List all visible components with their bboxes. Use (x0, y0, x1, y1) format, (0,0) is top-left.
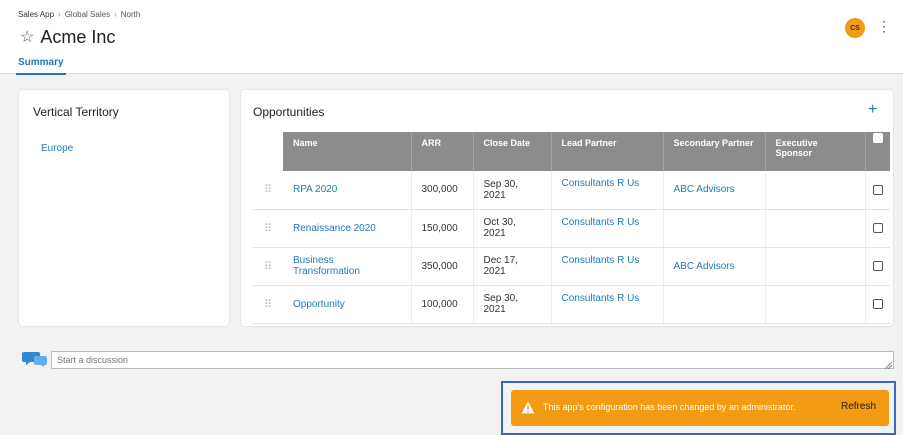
executive-sponsor-cell (765, 285, 866, 324)
close-date-cell: Sep 30, 2021 (473, 285, 552, 324)
opportunities-table: Name ARR Close Date Lead Partner Seconda… (253, 132, 890, 324)
row-checkbox-cell (865, 247, 890, 286)
row-checkbox-cell (865, 171, 890, 210)
column-header-lead-partner[interactable]: Lead Partner (551, 132, 664, 171)
column-header-close-date[interactable]: Close Date (473, 132, 552, 171)
plus-icon[interactable]: + (868, 102, 877, 118)
row-checkbox[interactable] (872, 260, 883, 271)
vertical-territory-card: Vertical Territory Europe (19, 90, 229, 326)
row-checkbox-cell (865, 209, 890, 248)
close-date-cell: Dec 17, 2021 (473, 247, 552, 286)
arr-cell: 150,000 (411, 209, 474, 248)
opportunity-name-link[interactable]: RPA 2020 (283, 171, 412, 210)
executive-sponsor-cell (765, 171, 866, 210)
discussion-input[interactable] (51, 351, 894, 369)
row-checkbox[interactable] (872, 184, 883, 195)
lead-partner-link[interactable]: Consultants R Us (551, 285, 664, 324)
chat-bubbles-icon (22, 352, 47, 367)
drag-handle-header (253, 132, 283, 171)
arr-cell: 100,000 (411, 285, 474, 324)
lead-partner-link[interactable]: Consultants R Us (551, 209, 664, 248)
close-date-cell: Oct 30, 2021 (473, 209, 552, 248)
opportunity-name-link[interactable]: Business Transformation (283, 247, 412, 286)
opportunities-card: Opportunities + Name ARR Close Date Lead… (241, 90, 893, 326)
page-title: Acme Inc (40, 27, 116, 47)
avatar[interactable]: CS (845, 18, 865, 38)
executive-sponsor-cell (765, 247, 866, 286)
secondary-partner-link[interactable] (663, 285, 766, 324)
arr-cell: 350,000 (411, 247, 474, 286)
kebab-menu-icon[interactable]: ⋮ (877, 19, 891, 33)
refresh-button[interactable]: Refresh (841, 401, 876, 412)
secondary-partner-link[interactable] (663, 209, 766, 248)
lead-partner-link[interactable]: Consultants R Us (551, 247, 664, 286)
resize-handle-icon[interactable] (884, 361, 892, 369)
breadcrumb-item-north[interactable]: North (121, 10, 141, 19)
toast-message: This app's configuration has been change… (543, 402, 796, 412)
drag-handle-icon[interactable]: ⠿ (253, 171, 283, 210)
table-row: ⠿ Opportunity 100,000 Sep 30, 2021 Consu… (253, 285, 890, 324)
select-all-checkbox[interactable] (872, 132, 883, 143)
arr-cell: 300,000 (411, 171, 474, 210)
territory-link-europe[interactable]: Europe (41, 143, 73, 154)
secondary-partner-link[interactable]: ABC Advisors (663, 247, 766, 286)
config-changed-toast: This app's configuration has been change… (511, 390, 889, 426)
column-header-name[interactable]: Name (283, 132, 412, 171)
drag-handle-icon[interactable]: ⠿ (253, 209, 283, 248)
column-header-executive-sponsor[interactable]: Executive Sponsor (765, 132, 866, 171)
breadcrumb-item-global-sales[interactable]: Global Sales (65, 10, 110, 19)
opportunity-name-link[interactable]: Opportunity (283, 285, 412, 324)
breadcrumb-separator: › (114, 10, 117, 19)
opportunity-name-link[interactable]: Renaissance 2020 (283, 209, 412, 248)
table-row: ⠿ Business Transformation 350,000 Dec 17… (253, 247, 890, 286)
close-date-cell: Sep 30, 2021 (473, 171, 552, 210)
row-checkbox[interactable] (872, 298, 883, 309)
breadcrumb: Sales App › Global Sales › North (18, 10, 140, 19)
table-header-row: Name ARR Close Date Lead Partner Seconda… (253, 132, 890, 171)
warning-icon (521, 401, 535, 414)
row-checkbox-cell (865, 285, 890, 324)
secondary-partner-link[interactable]: ABC Advisors (663, 171, 766, 210)
breadcrumb-separator: › (58, 10, 61, 19)
drag-handle-icon[interactable]: ⠿ (253, 285, 283, 324)
breadcrumb-item-sales-app[interactable]: Sales App (18, 10, 54, 19)
drag-handle-icon[interactable]: ⠿ (253, 247, 283, 286)
select-all-checkbox-cell (865, 132, 890, 171)
column-header-secondary-partner[interactable]: Secondary Partner (663, 132, 766, 171)
table-row: ⠿ RPA 2020 300,000 Sep 30, 2021 Consulta… (253, 171, 890, 210)
vertical-territory-title: Vertical Territory (33, 105, 119, 119)
lead-partner-link[interactable]: Consultants R Us (551, 171, 664, 210)
record-header: Sales App › Global Sales › North ☆ Acme … (0, 0, 903, 75)
opportunities-title: Opportunities (253, 105, 325, 119)
column-header-arr[interactable]: ARR (411, 132, 474, 171)
star-outline-icon[interactable]: ☆ (20, 29, 34, 46)
table-row: ⠿ Renaissance 2020 150,000 Oct 30, 2021 … (253, 209, 890, 248)
tab-summary[interactable]: Summary (16, 57, 66, 75)
title-row: ☆ Acme Inc (20, 27, 115, 48)
row-checkbox[interactable] (872, 222, 883, 233)
executive-sponsor-cell (765, 209, 866, 248)
